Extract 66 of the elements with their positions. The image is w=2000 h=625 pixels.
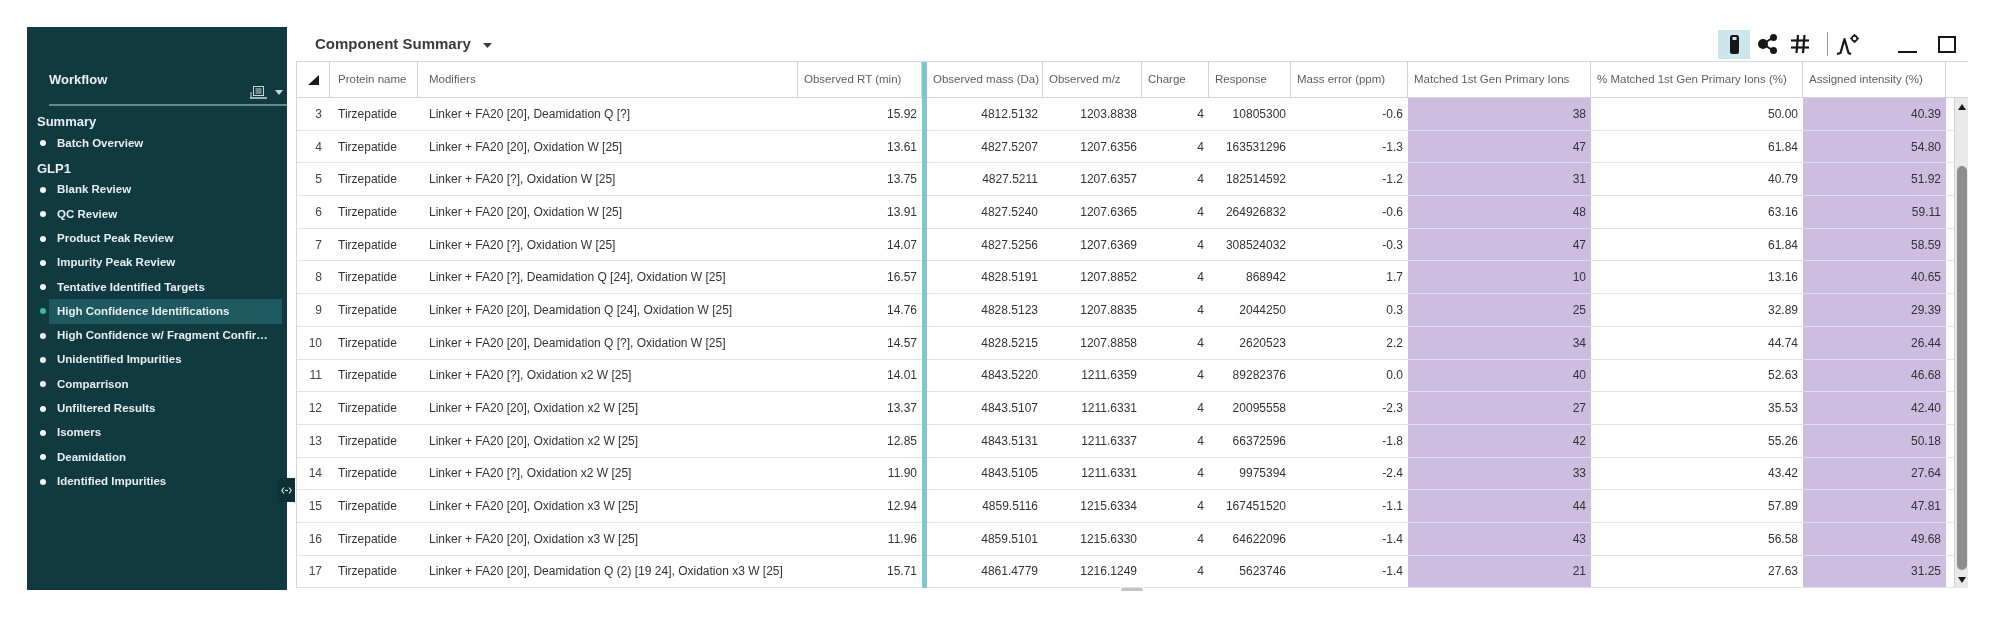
- table-cell: 31.25: [1803, 555, 1946, 589]
- table-cell: 58.59: [1803, 228, 1946, 262]
- hash-icon[interactable]: [1791, 35, 1809, 53]
- table-cell: 48: [1408, 196, 1591, 229]
- table-cell: 51.92: [1803, 163, 1946, 197]
- table-cell: 47: [1408, 228, 1591, 262]
- table-cell: 47: [1408, 130, 1591, 164]
- sidebar-item[interactable]: Impurity Peak Review: [49, 250, 282, 275]
- table-cell: 40: [1408, 359, 1591, 393]
- sidebar-item[interactable]: Isomers: [49, 420, 282, 446]
- scrollbar-thumb[interactable]: [1956, 166, 1967, 570]
- caret-down-icon[interactable]: [482, 42, 492, 48]
- sidebar-item[interactable]: High Confidence Identifications: [49, 299, 282, 324]
- minimize-icon[interactable]: [1898, 50, 1917, 53]
- sidebar-item[interactable]: Unfiltered Results: [49, 396, 282, 421]
- table-cell: 27: [1408, 392, 1591, 425]
- table-cell: 25: [1408, 294, 1591, 327]
- share-nodes-icon[interactable]: [1757, 34, 1777, 54]
- table-cell: 47.81: [1803, 490, 1946, 523]
- table-cell: 44: [1408, 490, 1591, 523]
- sidebar-item[interactable]: Identified Impurities: [49, 469, 282, 494]
- table-cell: 21: [1408, 555, 1591, 589]
- sidebar-item[interactable]: High Confidence w/ Fragment Confir…: [49, 323, 282, 348]
- sidebar-item[interactable]: Unidentified Impurities: [49, 347, 282, 373]
- table-cell: 42.40: [1803, 392, 1946, 425]
- caret-up-icon[interactable]: [1957, 104, 1966, 110]
- left-right-arrow-icon[interactable]: [281, 486, 292, 494]
- sidebar-item[interactable]: Product Peak Review: [49, 226, 282, 251]
- test-tube-icon[interactable]: [1729, 34, 1739, 54]
- test-tube-button[interactable]: [1718, 29, 1750, 59]
- table-cell: 40.39: [1803, 98, 1946, 131]
- sidebar-item[interactable]: QC Review: [49, 202, 282, 227]
- sidebar-item[interactable]: Tentative Identified Targets: [49, 275, 282, 300]
- sidebar-item[interactable]: Blank Review: [49, 177, 282, 203]
- section-heading: Summary: [36, 113, 98, 131]
- maximize-icon[interactable]: [1937, 35, 1956, 53]
- table-cell: 59.11: [1803, 196, 1946, 229]
- collapse-handle[interactable]: [278, 478, 295, 502]
- workflow-menu-button[interactable]: [250, 85, 283, 99]
- table-cell: 34: [1408, 326, 1591, 360]
- table-cell: 27.64: [1803, 457, 1946, 491]
- view-selector[interactable]: Component Summary: [315, 32, 492, 56]
- table-cell: 26.44: [1803, 326, 1946, 360]
- table-cell: 42: [1408, 424, 1591, 458]
- scrollbar-track[interactable]: [1954, 98, 1968, 589]
- caret-down-icon[interactable]: [1957, 577, 1966, 584]
- section-heading: GLP1: [36, 159, 72, 178]
- table-cell: 49.68: [1803, 522, 1946, 556]
- table-cell: 29.39: [1803, 294, 1946, 327]
- table-cell: 40.65: [1803, 261, 1946, 295]
- table-cell: 50.18: [1803, 424, 1946, 458]
- table-cell: 38: [1408, 98, 1591, 131]
- sidebar-title: Workflow: [49, 72, 108, 88]
- sidebar-item[interactable]: Deamidation: [49, 445, 282, 470]
- corner-triangle-icon[interactable]: [307, 74, 319, 85]
- table-cell: 54.80: [1803, 130, 1946, 164]
- table-cell: 43: [1408, 522, 1591, 556]
- sidebar-item[interactable]: Comparrison: [49, 372, 282, 397]
- resize-grip-icon[interactable]: [1121, 588, 1143, 592]
- table-cell: 46.68: [1803, 359, 1946, 393]
- caret-down-icon[interactable]: [275, 89, 283, 95]
- table-cell: 31: [1408, 163, 1591, 197]
- list-icon[interactable]: [250, 85, 267, 99]
- table-cell: 33: [1408, 457, 1591, 491]
- sidebar-item[interactable]: Batch Overview: [49, 131, 282, 156]
- table-cell: 10: [1408, 261, 1591, 295]
